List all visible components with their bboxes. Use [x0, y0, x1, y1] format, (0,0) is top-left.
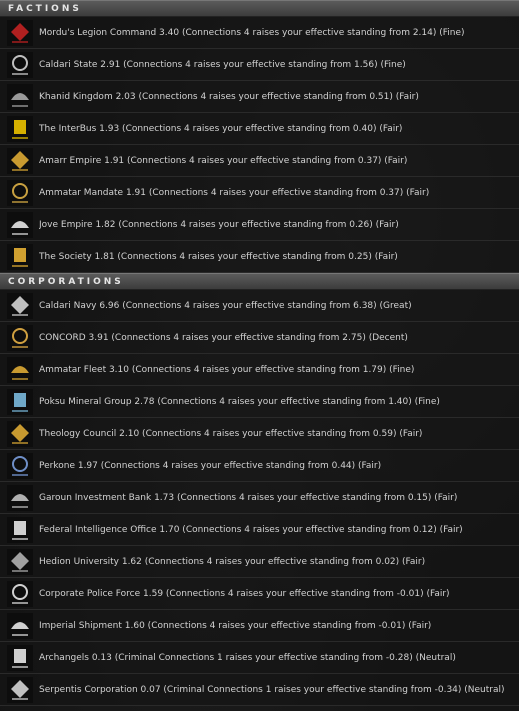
standing-text: Hedion University 1.62 (Connections 4 ra… — [39, 556, 426, 567]
perkone-logo-icon — [7, 452, 33, 479]
jove-empire-logo-icon — [7, 211, 33, 238]
the-society-logo-icon — [7, 243, 33, 270]
federal-intelligence-office-logo-emblem — [7, 516, 33, 543]
standing-row[interactable]: Corporate Police Force 1.59 (Connections… — [0, 578, 519, 610]
standing-text: Corporate Police Force 1.59 (Connections… — [39, 588, 450, 599]
standing-text: Jove Empire 1.82 (Connections 4 raises y… — [39, 219, 399, 230]
standing-row[interactable]: Theology Council 2.10 (Connections 4 rai… — [0, 418, 519, 450]
factions-list: Mordu's Legion Command 3.40 (Connections… — [0, 17, 519, 273]
garoun-investment-bank-logo-icon — [7, 484, 33, 511]
standing-row[interactable]: Jove Empire 1.82 (Connections 4 raises y… — [0, 209, 519, 241]
standing-text: Ammatar Mandate 1.91 (Connections 4 rais… — [39, 187, 430, 198]
standing-row[interactable]: Serpentis Corporation 0.07 (Criminal Con… — [0, 674, 519, 706]
caldari-navy-logo-emblem — [7, 292, 33, 319]
standing-row[interactable]: CONCORD 3.91 (Connections 4 raises your … — [0, 322, 519, 354]
standing-text: Amarr Empire 1.91 (Connections 4 raises … — [39, 155, 408, 166]
standing-row[interactable]: Amarr Empire 1.91 (Connections 4 raises … — [0, 145, 519, 177]
poksu-mineral-group-logo-icon — [7, 388, 33, 415]
corporate-police-force-logo-emblem — [7, 580, 33, 607]
factions-header-label: FACTIONS — [8, 3, 82, 14]
standing-text: Garoun Investment Bank 1.73 (Connections… — [39, 492, 458, 503]
archangels-logo-icon — [7, 644, 33, 671]
khanid-kingdom-logo-emblem — [7, 83, 33, 110]
standing-row[interactable]: Federal Intelligence Office 1.70 (Connec… — [0, 514, 519, 546]
standings-panel: FACTIONS Mordu's Legion Command 3.40 (Co… — [0, 0, 519, 711]
standing-row[interactable]: Khanid Kingdom 2.03 (Connections 4 raise… — [0, 81, 519, 113]
standing-text: Perkone 1.97 (Connections 4 raises your … — [39, 460, 382, 471]
standing-text: Serpentis Corporation 0.07 (Criminal Con… — [39, 684, 505, 695]
standing-row[interactable]: Caldari State 2.91 (Connections 4 raises… — [0, 49, 519, 81]
standing-text: Poksu Mineral Group 2.78 (Connections 4 … — [39, 396, 440, 407]
standing-text: Khanid Kingdom 2.03 (Connections 4 raise… — [39, 91, 419, 102]
standing-row[interactable]: Garoun Investment Bank 1.73 (Connections… — [0, 482, 519, 514]
standing-row[interactable]: Perkone 1.97 (Connections 4 raises your … — [0, 450, 519, 482]
standing-row[interactable]: Ammatar Fleet 3.10 (Connections 4 raises… — [0, 354, 519, 386]
ammatar-fleet-logo-emblem — [7, 356, 33, 383]
hedion-university-logo-icon — [7, 548, 33, 575]
caldari-state-logo-icon — [7, 51, 33, 78]
standing-text: Caldari Navy 6.96 (Connections 4 raises … — [39, 300, 412, 311]
concord-logo-emblem — [7, 324, 33, 351]
theology-council-logo-icon — [7, 420, 33, 447]
standing-row[interactable]: Poksu Mineral Group 2.78 (Connections 4 … — [0, 386, 519, 418]
amarr-empire-logo-icon — [7, 147, 33, 174]
poksu-mineral-group-logo-emblem — [7, 388, 33, 415]
imperial-shipment-logo-emblem — [7, 612, 33, 639]
caldari-state-logo-emblem — [7, 51, 33, 78]
standing-text: The InterBus 1.93 (Connections 4 raises … — [39, 123, 403, 134]
standing-text: The Society 1.81 (Connections 4 raises y… — [39, 251, 398, 262]
khanid-kingdom-logo-icon — [7, 83, 33, 110]
standing-text: Theology Council 2.10 (Connections 4 rai… — [39, 428, 423, 439]
perkone-logo-emblem — [7, 452, 33, 479]
corporations-list: Caldari Navy 6.96 (Connections 4 raises … — [0, 290, 519, 706]
mordus-legion-logo-icon — [7, 19, 33, 46]
interbus-logo-icon — [7, 115, 33, 142]
theology-council-logo-emblem — [7, 420, 33, 447]
caldari-navy-logo-icon — [7, 292, 33, 319]
standing-row[interactable]: Hedion University 1.62 (Connections 4 ra… — [0, 546, 519, 578]
standing-text: Mordu's Legion Command 3.40 (Connections… — [39, 27, 465, 38]
standing-row[interactable]: Caldari Navy 6.96 (Connections 4 raises … — [0, 290, 519, 322]
standing-row[interactable]: The Society 1.81 (Connections 4 raises y… — [0, 241, 519, 273]
standing-text: Archangels 0.13 (Criminal Connections 1 … — [39, 652, 456, 663]
standing-row[interactable]: Archangels 0.13 (Criminal Connections 1 … — [0, 642, 519, 674]
serpentis-corporation-logo-emblem — [7, 676, 33, 703]
interbus-logo-emblem — [7, 115, 33, 142]
standing-row[interactable]: Ammatar Mandate 1.91 (Connections 4 rais… — [0, 177, 519, 209]
imperial-shipment-logo-icon — [7, 612, 33, 639]
the-society-logo-emblem — [7, 243, 33, 270]
corporate-police-force-logo-icon — [7, 580, 33, 607]
standing-text: CONCORD 3.91 (Connections 4 raises your … — [39, 332, 408, 343]
standing-row[interactable]: Imperial Shipment 1.60 (Connections 4 ra… — [0, 610, 519, 642]
ammatar-fleet-logo-icon — [7, 356, 33, 383]
serpentis-corporation-logo-icon — [7, 676, 33, 703]
standing-row[interactable]: Mordu's Legion Command 3.40 (Connections… — [0, 17, 519, 49]
factions-section-header[interactable]: FACTIONS — [0, 0, 519, 17]
concord-logo-icon — [7, 324, 33, 351]
jove-empire-logo-emblem — [7, 211, 33, 238]
standing-text: Ammatar Fleet 3.10 (Connections 4 raises… — [39, 364, 415, 375]
corporations-header-label: CORPORATIONS — [8, 276, 124, 287]
garoun-investment-bank-logo-emblem — [7, 484, 33, 511]
standing-text: Federal Intelligence Office 1.70 (Connec… — [39, 524, 463, 535]
standing-text: Caldari State 2.91 (Connections 4 raises… — [39, 59, 406, 70]
corporations-section-header[interactable]: CORPORATIONS — [0, 273, 519, 290]
hedion-university-logo-emblem — [7, 548, 33, 575]
archangels-logo-emblem — [7, 644, 33, 671]
mordus-legion-logo-emblem — [7, 19, 33, 46]
standing-row[interactable]: The InterBus 1.93 (Connections 4 raises … — [0, 113, 519, 145]
amarr-empire-logo-emblem — [7, 147, 33, 174]
ammatar-mandate-logo-emblem — [7, 179, 33, 206]
standing-text: Imperial Shipment 1.60 (Connections 4 ra… — [39, 620, 432, 631]
ammatar-mandate-logo-icon — [7, 179, 33, 206]
federal-intelligence-office-logo-icon — [7, 516, 33, 543]
